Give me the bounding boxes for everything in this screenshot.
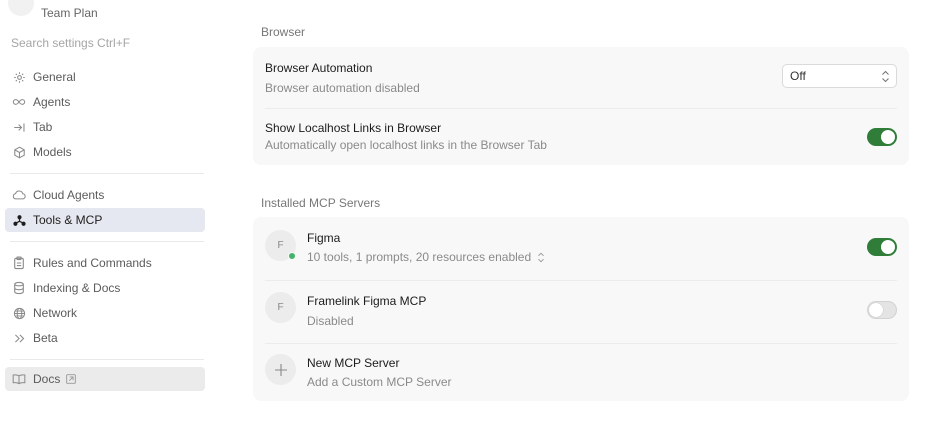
account-header[interactable]: L Team Plan — [8, 0, 98, 20]
sidebar-item-network[interactable]: Network — [5, 301, 205, 325]
sidebar-item-beta[interactable]: Beta — [5, 326, 205, 350]
section-title-mcp: Installed MCP Servers — [261, 196, 381, 210]
book-icon — [12, 372, 26, 386]
new-mcp-server-row[interactable]: New MCP Server Add a Custom MCP Server — [265, 344, 897, 401]
browser-automation-row: Browser Automation Browser automation di… — [265, 47, 897, 108]
mcp-servers-card: F Figma 10 tools, 1 prompts, 20 resource… — [253, 217, 909, 401]
arrow-right-bar-icon — [12, 120, 26, 134]
server-name: Framelink Figma MCP — [307, 294, 427, 308]
plan-label: Team Plan — [41, 6, 98, 20]
globe-icon — [12, 306, 26, 320]
sidebar-item-models[interactable]: Models — [5, 140, 205, 164]
setting-title: Browser Automation — [265, 61, 373, 75]
new-server-title: New MCP Server — [307, 356, 400, 370]
sidebar-item-docs[interactable]: Docs — [5, 367, 205, 391]
tools-network-icon — [12, 213, 26, 227]
sidebar-item-label: Indexing & Docs — [33, 281, 121, 295]
localhost-links-toggle[interactable] — [867, 128, 897, 146]
external-link-icon — [66, 374, 77, 384]
sidebar-item-agents[interactable]: Agents — [5, 90, 205, 114]
double-chevron-icon — [12, 331, 26, 345]
sidebar-item-label: Docs — [33, 372, 61, 386]
sidebar-item-label: Models — [33, 145, 72, 159]
section-title-browser: Browser — [261, 25, 306, 39]
sidebar-divider — [10, 359, 204, 360]
sidebar-item-label: Tab — [33, 120, 53, 134]
framelink-server-toggle[interactable] — [867, 301, 897, 319]
sidebar-item-label: Beta — [33, 331, 58, 345]
cloud-icon — [12, 188, 26, 202]
sidebar-divider — [10, 241, 204, 242]
sidebar-item-label: Agents — [33, 95, 71, 109]
server-avatar: F — [265, 230, 296, 261]
localhost-links-row: Show Localhost Links in Browser Automati… — [265, 109, 897, 165]
server-status[interactable]: 10 tools, 1 prompts, 20 resources enable… — [307, 250, 545, 264]
avatar: L — [8, 0, 34, 16]
database-icon — [12, 281, 26, 295]
sidebar-item-label: Cloud Agents — [33, 188, 105, 202]
select-value: Off — [790, 69, 806, 83]
infinity-icon — [12, 95, 26, 109]
sidebar-item-tools-mcp[interactable]: Tools & MCP — [5, 208, 205, 232]
chevron-up-down-icon — [881, 70, 890, 86]
sidebar-item-label: General — [33, 70, 76, 84]
sidebar-item-indexing-docs[interactable]: Indexing & Docs — [5, 276, 205, 300]
plus-icon — [265, 354, 296, 385]
cube-icon — [12, 145, 26, 159]
sidebar-item-rules-commands[interactable]: Rules and Commands — [5, 251, 205, 275]
setting-title: Show Localhost Links in Browser — [265, 121, 442, 135]
setting-subtitle: Browser automation disabled — [265, 81, 420, 95]
server-status: Disabled — [307, 314, 354, 328]
mcp-server-row: F Figma 10 tools, 1 prompts, 20 resource… — [265, 217, 897, 280]
browser-automation-select[interactable]: Off — [782, 64, 897, 88]
connected-status-dot — [288, 252, 296, 260]
browser-settings-card: Browser Automation Browser automation di… — [253, 47, 909, 165]
new-server-subtitle: Add a Custom MCP Server — [307, 375, 452, 389]
mcp-server-row: F Framelink Figma MCP Disabled — [265, 281, 897, 343]
sidebar-item-general[interactable]: General — [5, 65, 205, 89]
chevron-up-down-icon — [537, 252, 545, 263]
server-avatar: F — [265, 292, 296, 323]
gear-icon — [12, 70, 26, 84]
figma-server-toggle[interactable] — [867, 238, 897, 256]
setting-subtitle: Automatically open localhost links in th… — [265, 138, 547, 152]
server-name: Figma — [307, 231, 341, 245]
search-settings-input[interactable]: Search settings Ctrl+F — [11, 36, 130, 50]
sidebar-item-tab[interactable]: Tab — [5, 115, 205, 139]
sidebar-item-cloud-agents[interactable]: Cloud Agents — [5, 183, 205, 207]
sidebar-item-label: Tools & MCP — [33, 213, 103, 227]
sidebar-item-label: Rules and Commands — [33, 256, 152, 270]
settings-sidebar: L Team Plan Search settings Ctrl+F Gener… — [0, 0, 212, 429]
sidebar-divider — [10, 173, 204, 174]
sidebar-item-label: Network — [33, 306, 78, 320]
clipboard-icon — [12, 256, 26, 270]
